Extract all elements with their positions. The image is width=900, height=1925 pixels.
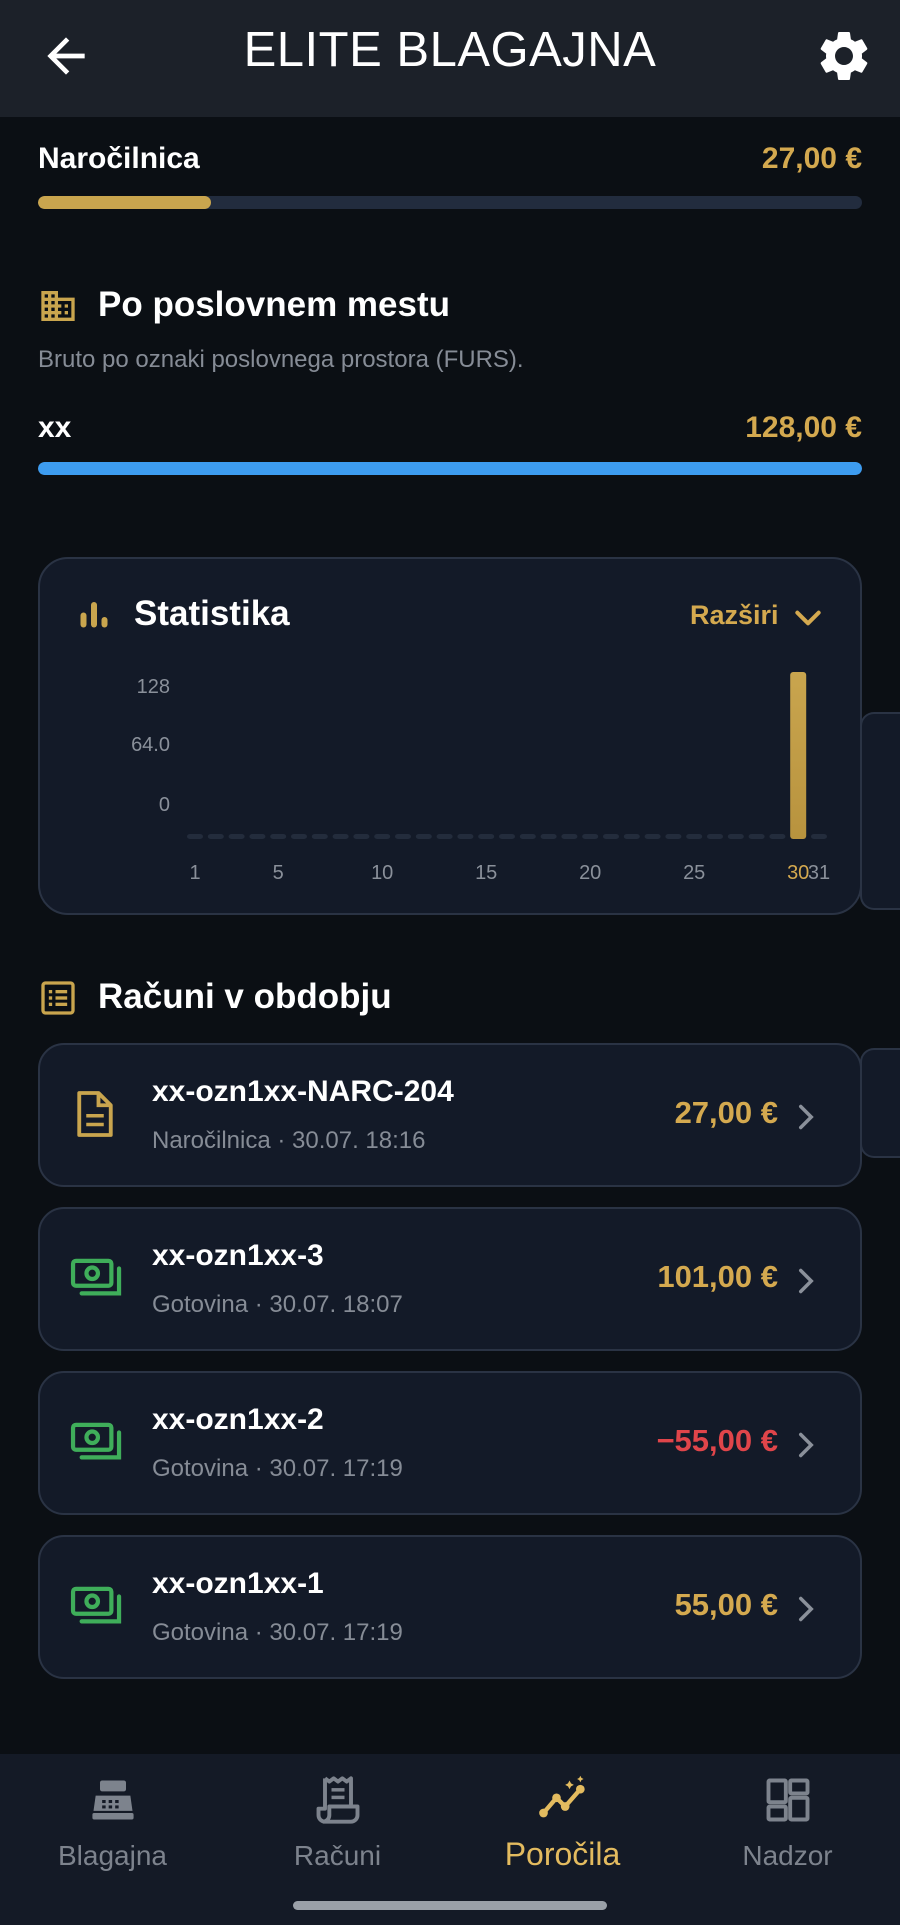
narocilnica-value: 27,00 € (761, 142, 862, 175)
narocilnica-progress-track (38, 196, 862, 209)
receipt-amount: −55,00 € (656, 1423, 778, 1458)
y-tick-label: 128 (136, 676, 170, 698)
narocilnica-progress-fill (38, 196, 212, 209)
bottom-navigation: Blagajna Računi Poročila Nadzor (0, 1754, 900, 1925)
cash-icon (70, 1586, 122, 1624)
app-title: ELITE BLAGAJNA (243, 23, 657, 77)
receipt-id: xx-ozn1xx-3 (152, 1239, 324, 1272)
x-tick-label: 5 (272, 862, 284, 884)
chevron-down-icon (795, 610, 821, 626)
dashboard-icon (766, 1778, 810, 1822)
section-title-receipts: Računi v obdobju (98, 977, 392, 1016)
receipt-id: xx-ozn1xx-1 (152, 1567, 324, 1600)
x-tick-label: 20 (579, 862, 602, 884)
receipt-meta: Gotovina · 30.07. 17:19 (152, 1619, 403, 1646)
receipt-id: xx-ozn1xx-2 (152, 1403, 324, 1436)
chevron-right-icon (799, 1432, 814, 1458)
receipt-meta: Gotovina · 30.07. 17:19 (152, 1455, 403, 1482)
nav-label: Računi (293, 1840, 382, 1871)
y-tick-label: 0 (158, 794, 170, 816)
receipt-amount: 27,00 € (674, 1095, 778, 1130)
nav-label: Nadzor (742, 1840, 833, 1871)
receipt-row[interactable]: xx-ozn1xx-NARC-204 Naročilnica · 30.07. … (38, 1043, 862, 1187)
premises-progress-track (38, 462, 862, 475)
statistics-title: Statistika (134, 594, 290, 633)
narocilnica-label: Naročilnica (38, 142, 200, 175)
app-bar: ELITE BLAGAJNA (0, 0, 900, 117)
cash-register-icon (92, 1780, 134, 1820)
x-tick-label: 10 (371, 862, 394, 884)
cash-icon (70, 1422, 122, 1460)
nav-item-nadzor[interactable]: Nadzor (675, 1754, 900, 1894)
premises-progress-fill (38, 462, 862, 475)
nav-label: Poročila (504, 1836, 621, 1872)
bar-chart-icon (80, 602, 108, 628)
expand-label: Razširi (690, 600, 779, 630)
chevron-right-icon (799, 1104, 814, 1130)
document-icon (77, 1091, 113, 1137)
gear-icon[interactable] (814, 26, 874, 86)
home-indicator (293, 1901, 607, 1910)
nav-item-blagajna[interactable]: Blagajna (0, 1754, 225, 1894)
receipt-meta: Naročilnica · 30.07. 18:16 (152, 1127, 426, 1154)
nav-item-porocila[interactable]: Poročila (450, 1754, 675, 1894)
expand-button[interactable]: Razširi (686, 594, 826, 640)
nav-item-racuni[interactable]: Računi (225, 1754, 450, 1894)
analytics-icon (539, 1775, 585, 1818)
receipt-amount: 101,00 € (657, 1259, 778, 1294)
y-tick-label: 64.0 (131, 734, 170, 756)
x-tick-label: 1 (189, 862, 201, 884)
receipt-id: xx-ozn1xx-NARC-204 (152, 1075, 454, 1108)
section-title-business-premises: Po poslovnem mestu (98, 285, 451, 324)
cash-icon (70, 1258, 122, 1296)
x-tick-label: 25 (683, 862, 706, 884)
building-icon (41, 291, 75, 321)
x-tick-label: 15 (475, 862, 498, 884)
overflow-card-edge (860, 712, 900, 910)
receipt-amount: 55,00 € (674, 1587, 778, 1622)
nav-label: Blagajna (58, 1840, 167, 1871)
list-icon (41, 981, 75, 1015)
chevron-right-icon (799, 1596, 814, 1622)
receipt-icon (316, 1776, 360, 1824)
receipt-meta: Gotovina · 30.07. 18:07 (152, 1291, 403, 1318)
chevron-right-icon (799, 1268, 814, 1294)
overflow-card-edge (860, 1048, 900, 1158)
section-subtitle-business-premises: Bruto po oznaki poslovnega prostora (FUR… (38, 346, 524, 373)
premises-row-label: xx (38, 411, 72, 444)
receipt-row[interactable]: xx-ozn1xx-1 Gotovina · 30.07. 17:19 55,0… (38, 1535, 862, 1679)
premises-row-value: 128,00 € (745, 411, 862, 444)
x-tick-label: 31 (807, 862, 831, 884)
receipt-row[interactable]: xx-ozn1xx-2 Gotovina · 30.07. 17:19 −55,… (38, 1371, 862, 1515)
receipt-row[interactable]: xx-ozn1xx-3 Gotovina · 30.07. 18:07 101,… (38, 1207, 862, 1351)
